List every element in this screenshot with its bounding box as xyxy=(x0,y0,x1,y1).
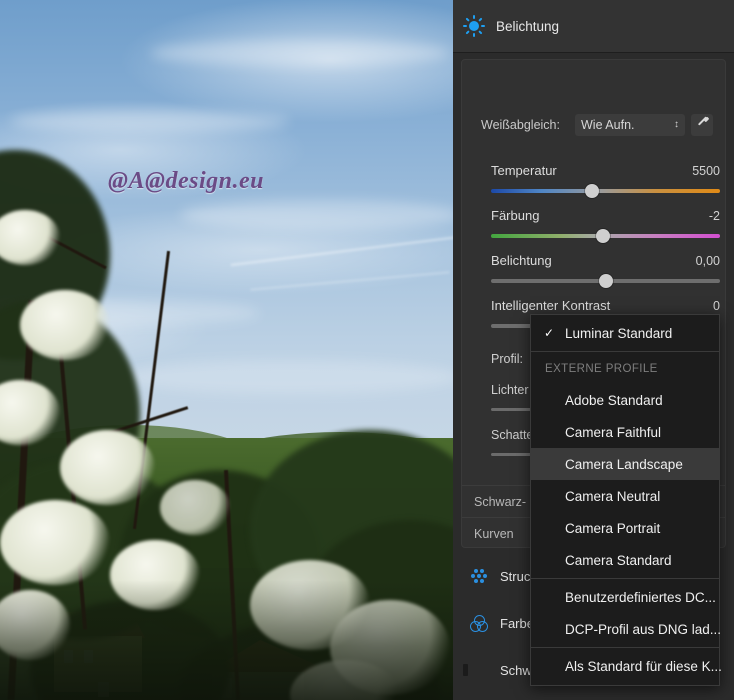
collapse-row-label: Schwarz- u xyxy=(474,494,537,509)
cloud-streak xyxy=(120,360,453,394)
panel-header: Belichtung xyxy=(453,0,734,53)
cloud-streak xyxy=(150,40,450,66)
cloud-streak xyxy=(10,110,290,132)
blossom-cluster xyxy=(0,500,110,585)
slider-track[interactable] xyxy=(491,184,720,198)
black-white-icon xyxy=(470,662,488,680)
dropdown-item-camera-neutral[interactable]: Camera Neutral xyxy=(531,480,719,512)
dropdown-item-label: Als Standard für diese K... xyxy=(565,658,722,674)
dropdown-item-label: Benutzerdefiniertes DC... xyxy=(565,589,716,605)
slider-value: 0,00 xyxy=(695,254,720,268)
dropdown-item-benutzerdefiniertes-dcp[interactable]: Benutzerdefiniertes DC... xyxy=(531,581,719,613)
editing-panel: Belichtung Weißabgleich: Wie Aufn. ↕ Tem… xyxy=(453,0,734,700)
dropdown-item-label: Camera Landscape xyxy=(565,456,683,472)
dropdown-item-label: Luminar Standard xyxy=(565,325,673,341)
dropdown-item-label: Camera Standard xyxy=(565,552,672,568)
slider-value: 0 xyxy=(713,299,720,313)
photo-canvas[interactable]: @A@design.eu xyxy=(0,0,453,700)
dropdown-item-label: Camera Neutral xyxy=(565,488,661,504)
blossom-cluster xyxy=(60,430,155,505)
dropdown-item-dcp-profil-laden[interactable]: DCP-Profil aus DNG lad... xyxy=(531,613,722,645)
slider-label: Belichtung xyxy=(491,253,552,268)
dropdown-section-header: EXTERNE PROFILE xyxy=(545,363,658,375)
dropdown-item-als-standard[interactable]: Als Standard für diese K... xyxy=(531,650,722,682)
dropdown-item-luminar-standard[interactable]: Luminar Standard xyxy=(531,317,719,349)
dropdown-item-camera-portrait[interactable]: Camera Portrait xyxy=(531,512,719,544)
dropdown-item-label: Camera Faithful xyxy=(565,424,662,440)
white-balance-row: Weißabgleich: Wie Aufn. ↕ xyxy=(481,114,713,136)
cloud-streak xyxy=(180,200,453,230)
slider-knob[interactable] xyxy=(598,274,613,288)
slider-track[interactable] xyxy=(491,229,720,243)
color-wheel-icon xyxy=(470,614,488,633)
white-balance-value: Wie Aufn. xyxy=(581,118,635,132)
dropdown-item-adobe-standard[interactable]: Adobe Standard xyxy=(531,384,719,416)
dropdown-separator xyxy=(531,351,719,352)
blossom-cluster xyxy=(20,290,110,360)
tool-label: Farbe xyxy=(500,616,534,631)
dropdown-separator xyxy=(531,578,719,579)
slider-knob[interactable] xyxy=(584,184,599,198)
slider-belichtung: Belichtung 0,00 xyxy=(491,253,720,288)
white-balance-label: Weißabgleich: xyxy=(481,118,560,132)
dropdown-item-camera-landscape[interactable]: Camera Landscape xyxy=(531,448,719,480)
slider-value: -2 xyxy=(708,209,720,223)
dropdown-item-camera-faithful[interactable]: Camera Faithful xyxy=(531,416,719,448)
slider-track[interactable] xyxy=(491,274,720,288)
dropdown-item-camera-standard[interactable]: Camera Standard xyxy=(531,544,719,576)
blossom-cluster xyxy=(160,480,230,535)
vignette-overlay xyxy=(0,580,453,700)
dropdown-item-label: DCP-Profil aus DNG lad... xyxy=(565,621,722,637)
slider-label: Färbung xyxy=(491,208,540,223)
updown-caret-icon: ↕ xyxy=(674,119,679,130)
slider-value: 5500 xyxy=(692,164,720,178)
dropdown-item-label: Camera Portrait xyxy=(565,520,661,536)
structure-icon xyxy=(470,568,488,586)
tool-row-details[interactable]: Details xyxy=(461,694,727,700)
eyedropper-icon[interactable] xyxy=(691,114,713,136)
dropdown-item-label: Adobe Standard xyxy=(565,392,663,408)
slider-faerbung: Färbung -2 xyxy=(491,208,720,243)
white-balance-select[interactable]: Wie Aufn. ↕ xyxy=(575,114,685,136)
collapse-row-label: Kurven xyxy=(474,526,514,541)
slider-label: Intelligenter Kontrast xyxy=(491,298,611,313)
panel-title: Belichtung xyxy=(496,18,560,34)
watermark-text: @A@design.eu xyxy=(108,168,264,194)
profile-label: Profil: xyxy=(491,352,523,366)
dropdown-separator xyxy=(531,647,719,648)
slider-label: Temperatur xyxy=(491,163,557,178)
slider-temperatur: Temperatur 5500 xyxy=(491,163,720,198)
sun-icon xyxy=(463,15,485,37)
profile-dropdown-menu[interactable]: Luminar Standard EXTERNE PROFILE Adobe S… xyxy=(530,314,722,686)
